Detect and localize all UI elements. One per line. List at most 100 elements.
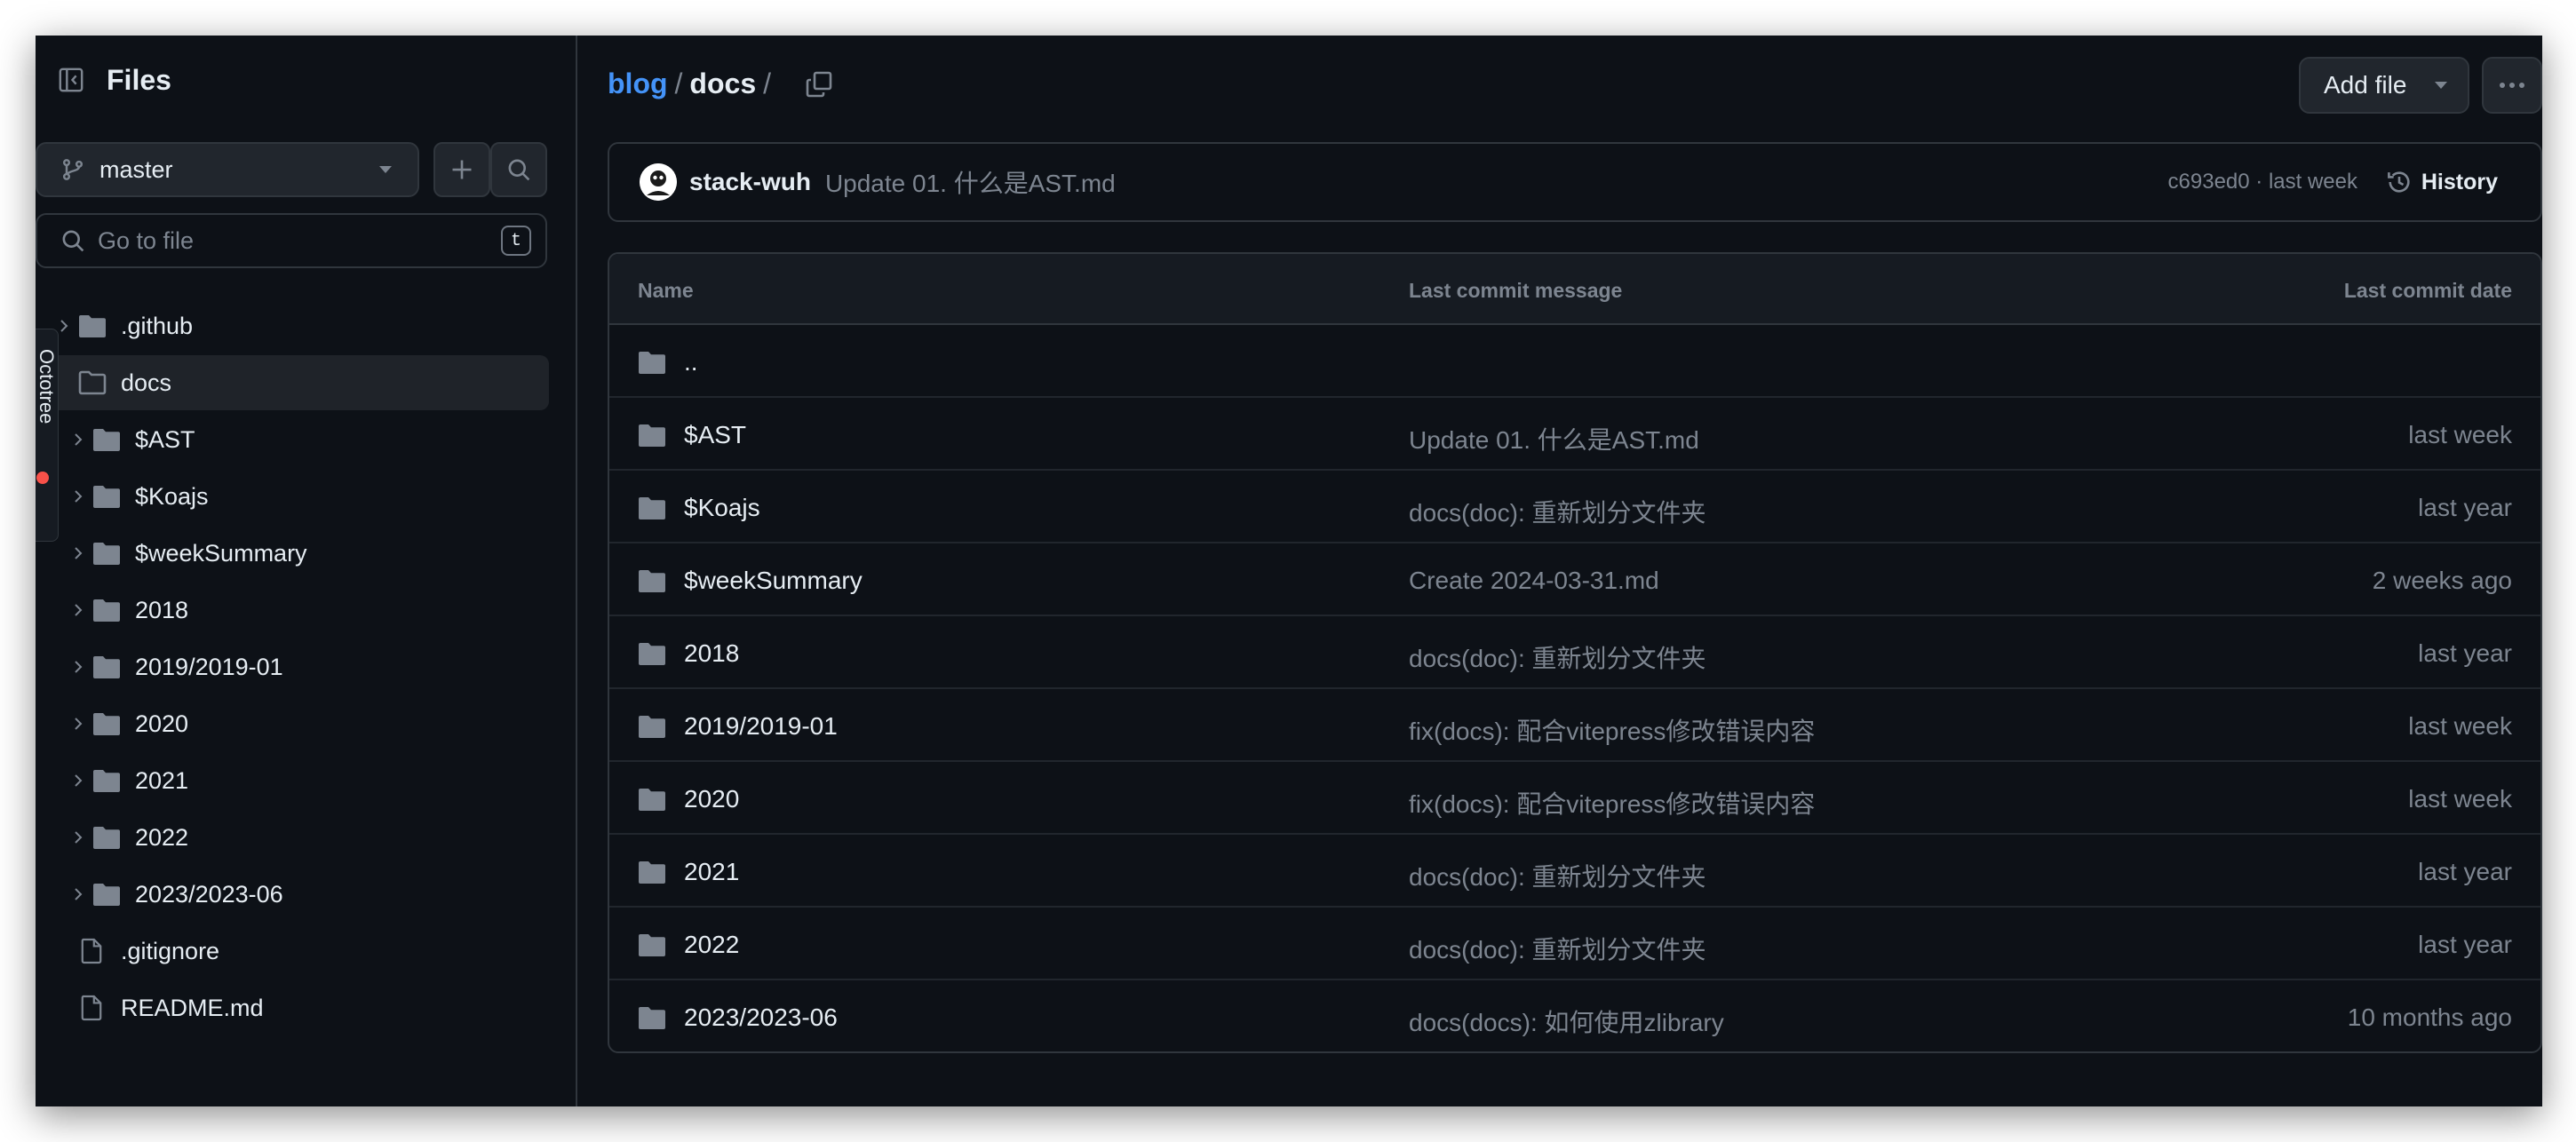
expand-toggle[interactable] [69, 658, 87, 676]
row-icon-wrap [638, 714, 666, 743]
row-name-link[interactable]: .. [684, 348, 698, 377]
row-commit-message-link[interactable]: fix(docs): 配合vitepress修改错误内容 [1409, 712, 1815, 748]
expand-toggle[interactable] [69, 885, 87, 903]
row-commit-message-link[interactable]: docs(doc): 重新划分文件夹 [1409, 858, 1706, 893]
tree-item-label: .gitignore [121, 938, 220, 964]
tree-item-icon-wrap [92, 768, 121, 797]
row-name-link[interactable]: 2022 [684, 931, 739, 959]
folder-icon [639, 861, 665, 884]
tree-item[interactable]: 2019/2019-01 [36, 639, 549, 694]
commit-author-link[interactable]: stack-wuh [689, 168, 811, 196]
caret-down-icon [2435, 82, 2447, 89]
copy-icon [806, 71, 832, 97]
table-row[interactable]: $Koajs docs(doc): 重新划分文件夹 last year [609, 471, 2540, 543]
tree-item[interactable]: .gitignore [36, 924, 549, 979]
row-icon-wrap [638, 423, 666, 452]
table-row[interactable]: $AST Update 01. 什么是AST.md last week [609, 398, 2540, 471]
row-commit-message-link[interactable]: docs(doc): 重新划分文件夹 [1409, 931, 1706, 966]
row-commit-date: last year [2418, 858, 2512, 885]
table-row[interactable]: 2021 docs(doc): 重新划分文件夹 last year [609, 835, 2540, 908]
tree-item[interactable]: 2020 [36, 696, 549, 751]
row-name-link[interactable]: $Koajs [684, 494, 760, 522]
chevron-right-icon [75, 718, 83, 730]
folder-icon [639, 1007, 665, 1029]
row-commit-message-link[interactable]: fix(docs): 配合vitepress修改错误内容 [1409, 785, 1815, 821]
expand-toggle[interactable] [69, 488, 87, 505]
tree-item[interactable]: .github [36, 298, 549, 353]
table-row[interactable]: $weekSummary Create 2024-03-31.md 2 weeks … [609, 543, 2540, 616]
expand-toggle[interactable] [69, 544, 87, 562]
folder-icon [79, 315, 106, 337]
table-row[interactable]: 2018 docs(doc): 重新划分文件夹 last year [609, 616, 2540, 689]
expand-toggle[interactable] [69, 431, 87, 448]
tree-item[interactable]: $weekSummary [36, 526, 549, 581]
expand-toggle[interactable] [69, 601, 87, 619]
tree-item[interactable]: README.md [36, 980, 549, 1035]
tree-item[interactable]: $AST [36, 412, 549, 467]
add-file-label: Add file [2324, 71, 2407, 99]
branch-selector[interactable]: master [36, 142, 419, 197]
breadcrumb-separator: / [763, 67, 771, 99]
tree-item-label: README.md [121, 995, 264, 1021]
row-name-link[interactable]: 2018 [684, 639, 739, 668]
file-icon [81, 938, 102, 964]
breadcrumb-separator: / [674, 67, 683, 99]
chevron-right-icon [75, 661, 83, 673]
search-tree-button[interactable] [490, 142, 547, 197]
branch-name: master [99, 155, 173, 183]
latest-commit-bar: stack-wuh Update 01. 什么是AST.md c693ed0 ·… [608, 142, 2542, 222]
folder-icon [639, 424, 665, 447]
more-options-button[interactable] [2482, 57, 2542, 114]
row-commit-message-link[interactable]: docs(docs): 如何使用zlibrary [1409, 1003, 1724, 1039]
collapse-sidebar-button[interactable] [48, 59, 94, 101]
table-row[interactable]: 2023/2023-06 docs(docs): 如何使用zlibrary 10 m… [609, 980, 2540, 1051]
table-row[interactable]: .. [609, 325, 2540, 398]
row-name-link[interactable]: 2020 [684, 785, 739, 813]
chevron-right-icon [75, 604, 83, 616]
table-row[interactable]: 2019/2019-01 fix(docs): 配合vitepress修改错误内容… [609, 689, 2540, 762]
tree-item[interactable]: $Koajs [36, 469, 549, 524]
row-commit-message-link[interactable]: docs(doc): 重新划分文件夹 [1409, 639, 1706, 675]
tree-item[interactable]: 2022 [36, 810, 549, 865]
file-tree: .github docs $AST $Koajs $weekSummary 2018 201… [36, 298, 549, 1037]
table-row[interactable]: 2020 fix(docs): 配合vitepress修改错误内容 last wee… [609, 762, 2540, 835]
row-commit-message-link[interactable]: Create 2024-03-31.md [1409, 567, 1659, 595]
add-file-tree-button[interactable] [433, 142, 490, 197]
row-commit-message-link[interactable]: Update 01. 什么是AST.md [1409, 421, 1699, 456]
commit-sha-and-time[interactable]: c693ed0 · last week [2168, 170, 2357, 194]
shortcut-key-badge: t [501, 226, 531, 256]
folder-icon [93, 770, 120, 792]
tree-item[interactable]: 2023/2023-06 [36, 867, 549, 922]
row-commit-message-link[interactable]: docs(doc): 重新划分文件夹 [1409, 494, 1706, 529]
tree-item[interactable]: 2018 [36, 583, 549, 638]
go-to-file-input[interactable] [98, 226, 501, 255]
expand-toggle[interactable] [69, 772, 87, 789]
row-name-link[interactable]: 2023/2023-06 [684, 1003, 838, 1032]
history-button[interactable]: History [2386, 169, 2498, 195]
row-name-link[interactable]: $weekSummary [684, 567, 863, 595]
go-to-file-field[interactable]: t [36, 213, 547, 268]
octotree-side-tab[interactable]: Octotree [36, 329, 59, 542]
avatar-image-icon [640, 163, 677, 201]
add-file-button[interactable]: Add file [2299, 57, 2469, 114]
row-name-link[interactable]: 2019/2019-01 [684, 712, 838, 741]
tree-item[interactable]: 2021 [36, 753, 549, 808]
row-name-link[interactable]: 2021 [684, 858, 739, 886]
expand-toggle[interactable] [69, 829, 87, 846]
avatar[interactable] [640, 163, 677, 201]
row-commit-date: last year [2418, 639, 2512, 667]
folder-icon [639, 570, 665, 592]
breadcrumb-repo-link[interactable]: blog [608, 67, 668, 100]
tree-item-label: 2021 [135, 767, 189, 794]
side-tab-label: Octotree [36, 349, 58, 424]
tree-item[interactable]: docs [36, 355, 549, 410]
folder-icon [93, 599, 120, 622]
table-row[interactable]: 2022 docs(doc): 重新划分文件夹 last year [609, 908, 2540, 980]
caret-down-icon [379, 166, 392, 173]
copy-path-button[interactable] [805, 70, 833, 99]
commit-message-link[interactable]: Update 01. 什么是AST.md [825, 164, 1116, 200]
row-name-link[interactable]: $AST [684, 421, 746, 449]
expand-toggle[interactable] [69, 715, 87, 733]
search-icon [62, 230, 84, 252]
folder-icon [93, 713, 120, 735]
